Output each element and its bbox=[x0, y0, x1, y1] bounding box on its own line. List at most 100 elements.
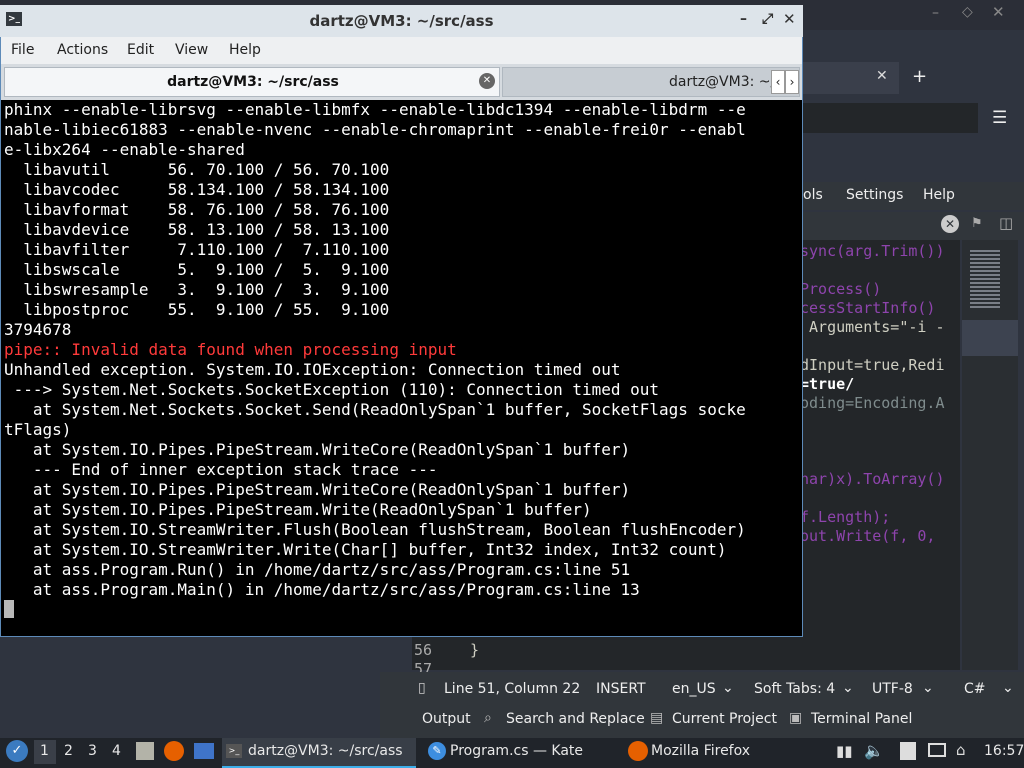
terminal-output[interactable]: phinx --enable-librsvg --enable-libmfx -… bbox=[4, 100, 800, 630]
minimap[interactable] bbox=[962, 240, 1018, 670]
new-tab-icon[interactable]: + bbox=[912, 66, 927, 87]
code-line: } bbox=[470, 641, 480, 659]
tab-search-replace[interactable]: Search and Replace bbox=[506, 711, 645, 727]
tab-label: dartz@VM3: ~/ bbox=[669, 74, 776, 90]
chevron-down-icon[interactable]: ⌄ bbox=[1002, 680, 1014, 696]
media-pause-icon[interactable]: ▮▮ bbox=[836, 742, 853, 760]
menu-help[interactable]: Help bbox=[923, 187, 955, 203]
clock[interactable]: 16:57 bbox=[984, 743, 1024, 759]
clipboard-icon[interactable] bbox=[900, 742, 916, 760]
chevron-down-icon[interactable]: ⌄ bbox=[922, 680, 934, 696]
close-tab-icon[interactable]: ✕ bbox=[479, 73, 495, 89]
terminal-menubar: File Actions Edit View Help bbox=[1, 37, 802, 64]
tab-terminal-panel[interactable]: Terminal Panel bbox=[811, 711, 912, 727]
task-firefox[interactable]: Mozilla Firefox bbox=[651, 743, 750, 759]
terminal-line: libavcodec 58.134.100 / 58.134.100 bbox=[4, 180, 390, 199]
code-line: dInput=true,Redi bbox=[800, 356, 945, 374]
terminal-line: at System.IO.StreamWriter.Flush(Boolean … bbox=[4, 520, 746, 539]
scroll-tabs-left-icon[interactable]: ‹ bbox=[771, 70, 785, 94]
terminal-app-icon: >_ bbox=[226, 744, 242, 758]
line-number: 56 bbox=[414, 641, 433, 659]
desktop-switch-2[interactable]: 2 bbox=[64, 743, 73, 759]
encoding-select[interactable]: UTF-8 bbox=[872, 681, 913, 697]
terminal-line: at System.IO.Pipes.PipeStream.Write(Read… bbox=[4, 500, 592, 519]
maximize-icon[interactable]: ⤢ bbox=[762, 11, 773, 27]
tab-label: dartz@VM3: ~/src/ass bbox=[167, 74, 339, 90]
terminal-line: libavdevice 58. 13.100 / 58. 13.100 bbox=[4, 220, 390, 239]
terminal-line: at System.IO.Pipes.PipeStream.WriteCore(… bbox=[4, 480, 631, 499]
input-mode[interactable]: INSERT bbox=[596, 681, 646, 697]
chevron-down-icon[interactable]: ⌄ bbox=[842, 680, 854, 696]
tab-current-project[interactable]: Current Project bbox=[672, 711, 777, 727]
dictionary-select[interactable]: en_US bbox=[672, 681, 716, 697]
code-line: cessStartInfo() bbox=[800, 299, 936, 317]
minimize-icon[interactable]: – bbox=[932, 5, 939, 21]
notifications-icon[interactable]: ⌂ bbox=[956, 741, 966, 759]
address-bar[interactable] bbox=[803, 103, 978, 133]
terminal-line: libavutil 56. 70.100 / 56. 70.100 bbox=[4, 160, 390, 179]
maximize-icon[interactable]: ◇ bbox=[962, 4, 973, 20]
desktop-switch-3[interactable]: 3 bbox=[88, 743, 97, 759]
firefox-icon[interactable] bbox=[164, 741, 184, 761]
close-doc-icon[interactable]: ✕ bbox=[941, 215, 959, 233]
kate-menubar: ols Settings Help bbox=[803, 182, 1024, 210]
terminal-titlebar[interactable]: >_ dartz@VM3: ~/src/ass – ⤢ ✕ bbox=[0, 5, 803, 37]
scroll-tabs-right-icon[interactable]: › bbox=[785, 70, 799, 94]
terminal-line: --- End of inner exception stack trace -… bbox=[4, 460, 438, 479]
terminal-tab-active[interactable]: dartz@VM3: ~/src/ass ✕ bbox=[4, 67, 500, 97]
indent-select[interactable]: Soft Tabs: 4 bbox=[754, 681, 835, 697]
terminal-line: e-libx264 --enable-shared bbox=[4, 140, 245, 159]
volume-icon[interactable]: 🔈 bbox=[864, 741, 884, 760]
close-icon[interactable]: ✕ bbox=[783, 10, 796, 28]
terminal-line: at System.IO.StreamWriter.Write(Char[] b… bbox=[4, 540, 727, 559]
terminal-line: Unhandled exception. System.IO.IOExcepti… bbox=[4, 360, 621, 379]
terminal-line: nable-libiec61883 --enable-nvenc --enabl… bbox=[4, 120, 746, 139]
minimize-icon[interactable]: – bbox=[740, 11, 747, 27]
syntax-select[interactable]: C# bbox=[964, 681, 986, 697]
desktop-switch-1[interactable]: 1 bbox=[40, 743, 49, 759]
menu-tools[interactable]: ols bbox=[803, 187, 823, 203]
menu-help[interactable]: Help bbox=[229, 42, 261, 58]
kate-icon: ✎ bbox=[428, 742, 446, 760]
file-manager-icon[interactable] bbox=[136, 742, 154, 760]
code-line: Arguments="-i - bbox=[800, 318, 945, 336]
menu-edit[interactable]: Edit bbox=[127, 42, 154, 58]
taskbar: ✓ 1 2 3 4 >_ dartz@VM3: ~/src/ass ✎ Prog… bbox=[0, 738, 1024, 768]
desktop-switch-4[interactable]: 4 bbox=[112, 743, 121, 759]
tab-output[interactable]: Output bbox=[422, 711, 471, 727]
task-kate[interactable]: Program.cs — Kate bbox=[450, 743, 583, 759]
code-line: Process() bbox=[800, 280, 882, 298]
terminal-line: at System.IO.Pipes.PipeStream.WriteCore(… bbox=[4, 440, 631, 459]
code-line: out.Write(f, 0, bbox=[800, 527, 936, 545]
app-launcher-icon[interactable]: ✓ bbox=[6, 740, 28, 762]
code-line: har)x).ToArray() bbox=[800, 470, 945, 488]
pin-icon[interactable]: ⚑ bbox=[971, 216, 983, 231]
project-icon: ▤ bbox=[650, 710, 664, 726]
hamburger-menu-icon[interactable]: ☰ bbox=[992, 108, 1007, 128]
terminal-line: at ass.Program.Run() in /home/dartz/src/… bbox=[4, 560, 631, 579]
code-line: =true/ bbox=[800, 375, 855, 393]
terminal-line: at System.Net.Sockets.Socket.Send(ReadOn… bbox=[4, 400, 746, 419]
terminal-icon: ▣ bbox=[789, 710, 803, 726]
terminal-line: at ass.Program.Main() in /home/dartz/src… bbox=[4, 580, 640, 599]
kate-statusbar: ▯ Line 51, Column 22 INSERT en_US ⌄ Soft… bbox=[380, 672, 1024, 740]
network-icon[interactable] bbox=[928, 743, 946, 757]
terminal-tab[interactable]: dartz@VM3: ~/ ‹ › bbox=[502, 67, 800, 97]
menu-settings[interactable]: Settings bbox=[846, 187, 903, 203]
menu-actions[interactable]: Actions bbox=[57, 42, 108, 58]
code-line: sync(arg.Trim()) bbox=[800, 242, 945, 260]
split-view-icon[interactable]: ◫ bbox=[999, 214, 1013, 232]
chevron-down-icon[interactable]: ⌄ bbox=[722, 680, 734, 696]
close-tab-icon[interactable]: ✕ bbox=[876, 68, 888, 84]
window-title: dartz@VM3: ~/src/ass bbox=[309, 12, 494, 30]
terminal-line: libavformat 58. 76.100 / 58. 76.100 bbox=[4, 200, 390, 219]
minimap-viewport[interactable] bbox=[962, 320, 1018, 356]
terminal-launcher-icon[interactable] bbox=[194, 743, 214, 759]
task-terminal-label: dartz@VM3: ~/src/ass bbox=[248, 743, 403, 759]
code-line: f.Length); bbox=[800, 508, 891, 526]
cursor-position[interactable]: Line 51, Column 22 bbox=[444, 681, 580, 697]
menu-view[interactable]: View bbox=[175, 42, 208, 58]
close-icon[interactable]: ✕ bbox=[992, 3, 1005, 21]
search-icon: ⌕ bbox=[484, 710, 492, 726]
menu-file[interactable]: File bbox=[11, 42, 34, 58]
